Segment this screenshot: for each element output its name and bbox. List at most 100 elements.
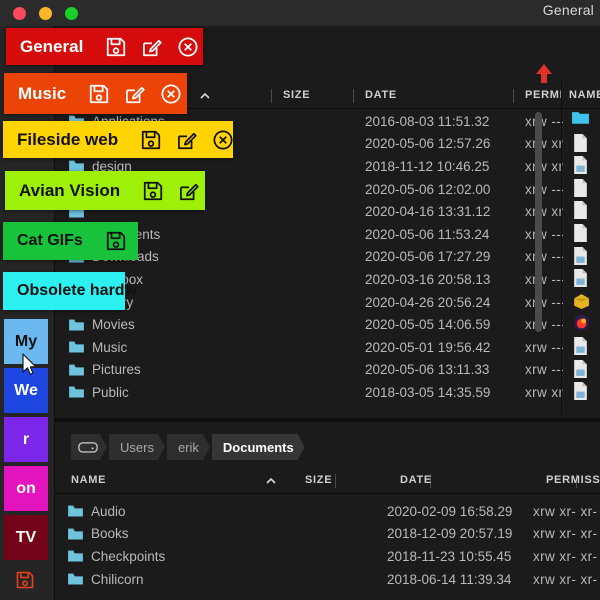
document-icon[interactable]	[572, 223, 589, 242]
file-name-label: Audio	[91, 504, 126, 519]
upper-column-label-size[interactable]: SIZE	[283, 89, 310, 101]
sort-ascending-icon[interactable]	[200, 92, 210, 100]
maximize-window-button[interactable]	[65, 7, 78, 20]
lower-file-panel: Users erik Documents NAME SIZE DATE PERMISSIO…	[55, 422, 600, 600]
image-document-icon[interactable]	[572, 246, 589, 265]
breadcrumb-label: erik	[178, 440, 199, 455]
folder-icon	[68, 573, 83, 585]
file-date-cell: 2018-06-14 11:39.34	[387, 572, 511, 587]
document-icon[interactable]	[572, 133, 589, 152]
table-row[interactable]: Audio2020-02-09 16:58.29xrw xr- xr-	[55, 500, 600, 523]
breadcrumb-item-erik[interactable]: erik	[167, 434, 210, 460]
table-row[interactable]: Movies2020-05-05 14:06.59xrw --- ---	[55, 313, 600, 336]
file-name-label: Pictures	[92, 362, 141, 377]
file-date-cell: 2020-04-26 20:56.24	[365, 295, 490, 310]
rail-tab-on[interactable]: on	[4, 466, 48, 511]
lower-column-headers: NAME SIZE DATE PERMISSIONS	[55, 468, 600, 494]
rail-tab-label: TV	[16, 529, 36, 547]
edit-icon[interactable]	[178, 180, 200, 202]
save-icon[interactable]	[140, 129, 162, 151]
bookmark-card-avian-vision[interactable]: Avian Vision	[5, 171, 205, 210]
close-icon[interactable]	[177, 36, 199, 58]
save-icon[interactable]	[105, 230, 127, 252]
bookmark-card-cat-gifs[interactable]: Cat GIFs	[3, 222, 138, 260]
table-row[interactable]: Music2020-05-01 19:56.42xrw --- ---	[55, 336, 600, 359]
file-date-cell: 2020-05-06 12:57.26	[365, 136, 490, 151]
table-row[interactable]: Chilicorn 2018-06-14 11:39.34 xrw xr- xr-	[55, 568, 600, 591]
table-row[interactable]: Checkpoints2018-11-23 10:55.45xrw xr- xr…	[55, 545, 600, 568]
image-document-icon[interactable]	[572, 381, 589, 400]
rail-tab-label: r	[23, 431, 29, 449]
document-icon[interactable]	[572, 200, 589, 219]
rail-tab-r[interactable]: r	[4, 417, 48, 462]
file-name-label: Music	[92, 340, 127, 355]
lower-column-label-permissions[interactable]: PERMISSIONS	[546, 474, 600, 486]
save-icon[interactable]	[105, 36, 127, 58]
document-icon[interactable]	[572, 178, 589, 197]
breadcrumb-drive[interactable]	[71, 434, 107, 460]
archive-icon[interactable]	[572, 291, 589, 310]
save-icon[interactable]	[142, 180, 164, 202]
file-name-label: Books	[91, 526, 129, 541]
folder-icon	[68, 528, 83, 540]
window-title: General	[543, 2, 594, 18]
save-icon[interactable]	[15, 570, 35, 590]
right-column-label-name: NAME	[569, 89, 600, 101]
file-name-cell: Books	[68, 526, 129, 541]
save-icon[interactable]	[88, 83, 110, 105]
folder-icon	[69, 341, 84, 353]
bookmark-card-fileside-web[interactable]: Fileside web	[3, 121, 233, 158]
firefox-icon[interactable]	[572, 313, 589, 332]
file-date-cell: 2020-05-06 12:02.00	[365, 182, 490, 197]
file-name-label: Checkpoints	[91, 549, 165, 564]
rail-tab-tv[interactable]: TV	[4, 515, 48, 560]
right-file-icon-list[interactable]	[572, 110, 592, 410]
folder-icon[interactable]	[572, 110, 589, 129]
breadcrumb-item-documents[interactable]: Documents	[212, 434, 305, 460]
close-icon[interactable]	[160, 83, 182, 105]
minimize-window-button[interactable]	[39, 7, 52, 20]
close-window-button[interactable]	[13, 7, 26, 20]
breadcrumb: Users erik Documents	[63, 430, 307, 464]
lower-column-label-name[interactable]: NAME	[71, 474, 106, 486]
column-separator[interactable]	[335, 474, 336, 488]
bookmark-card-label: Obsolete hardw	[17, 282, 137, 300]
lower-column-label-date[interactable]: DATE	[400, 474, 432, 486]
lower-column-label-size[interactable]: SIZE	[305, 474, 332, 486]
bookmark-card-music[interactable]: Music	[4, 73, 187, 114]
image-document-icon[interactable]	[572, 268, 589, 287]
image-document-icon[interactable]	[572, 336, 589, 355]
sort-ascending-icon-lower[interactable]	[266, 477, 276, 485]
file-date-cell: 2018-11-12 10:46.25	[365, 159, 489, 174]
folder-icon	[69, 319, 84, 331]
table-row[interactable]: Public2018-03-05 14:35.59xrw xr- xr-	[55, 381, 600, 404]
mouse-cursor	[22, 353, 38, 377]
upper-column-label-date[interactable]: DATE	[365, 89, 397, 101]
column-separator[interactable]	[513, 89, 514, 103]
file-date-cell: 2020-05-05 14:06.59	[365, 317, 490, 332]
breadcrumb-item-users[interactable]: Users	[109, 434, 165, 460]
bookmark-card-obsolete-hardw[interactable]: Obsolete hardw	[3, 272, 125, 310]
edit-icon[interactable]	[141, 36, 163, 58]
bookmark-card-label: Music	[18, 84, 66, 104]
image-document-icon[interactable]	[572, 155, 589, 174]
file-name-cell: Chilicorn	[68, 572, 144, 587]
close-icon[interactable]	[212, 129, 234, 151]
table-row[interactable]: Books2018-12-09 20:57.19xrw xr- xr-	[55, 523, 600, 546]
file-name-cell: Public	[69, 385, 129, 400]
bookmark-card-general[interactable]: General	[6, 28, 203, 65]
table-row[interactable]: Pictures2020-05-06 13:11.33xrw --- ---	[55, 359, 600, 382]
file-name-label: Chilicorn	[91, 572, 144, 587]
right-file-panel: NAME	[563, 26, 600, 418]
file-name-cell: Pictures	[69, 362, 141, 377]
column-separator[interactable]	[271, 89, 272, 103]
upper-vertical-scrollbar[interactable]	[535, 112, 542, 332]
edit-icon[interactable]	[176, 129, 198, 151]
column-separator[interactable]	[353, 89, 354, 103]
edit-icon[interactable]	[124, 83, 146, 105]
file-permissions-cell: xrw xr- xr-	[533, 572, 597, 587]
lower-file-list[interactable]: Audio2020-02-09 16:58.29xrw xr- xr- Books…	[55, 500, 600, 590]
file-date-cell: 2018-12-09 20:57.19	[387, 526, 512, 541]
file-name-label: Public	[92, 385, 129, 400]
image-document-icon[interactable]	[572, 359, 589, 378]
